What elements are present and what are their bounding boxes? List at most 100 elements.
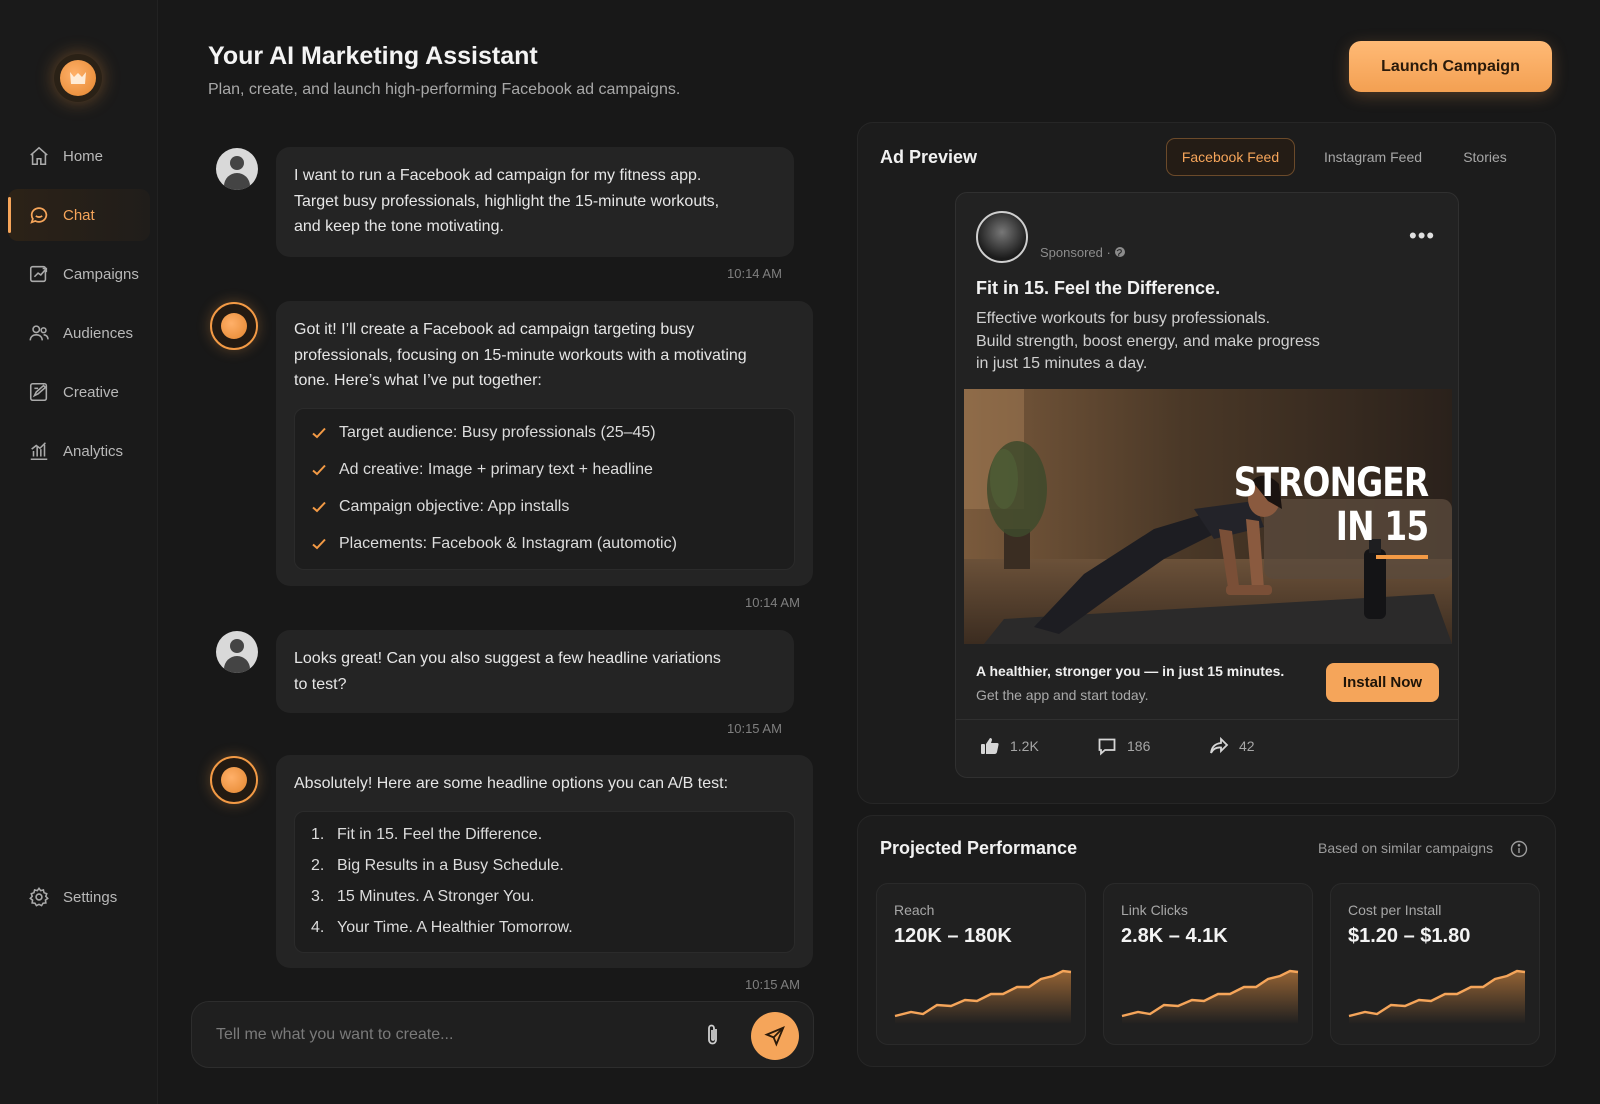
ad-preview-title: Ad Preview bbox=[880, 147, 978, 167]
paperclip-icon[interactable] bbox=[702, 1023, 724, 1047]
send-button[interactable] bbox=[751, 1012, 799, 1060]
chat-input[interactable] bbox=[216, 1022, 676, 1048]
robot-icon bbox=[70, 72, 86, 84]
page-title: Your AI Marketing Assistant bbox=[208, 42, 538, 70]
plan-checklist: Target audience: Busy professionals (25–… bbox=[294, 407, 795, 570]
chat-composer bbox=[191, 1001, 814, 1068]
message-line: Looks great! Can you also suggest a few … bbox=[294, 650, 721, 667]
checklist-item: Placements: Facebook & Instagram (automo… bbox=[311, 526, 778, 563]
sidebar-item-label: Home bbox=[63, 147, 104, 165]
metric-card-cost-per-install: Cost per Install $1.20 – $1.80 bbox=[1330, 883, 1540, 1045]
creative-icon bbox=[29, 382, 48, 402]
assistant-message: Got it! I’ll create a Facebook ad campai… bbox=[276, 301, 813, 586]
metric-label: Cost per Install bbox=[1348, 902, 1442, 918]
headline-option: 3. 15 Minutes. A Stronger You. bbox=[311, 888, 535, 906]
message-timestamp: 10:14 AM bbox=[727, 266, 782, 281]
install-now-button[interactable]: Install Now bbox=[1326, 663, 1439, 702]
checklist-item: Target audience: Busy professionals (25–… bbox=[311, 415, 778, 452]
performance-title: Projected Performance bbox=[880, 838, 1078, 858]
sidebar-item-label: Chat bbox=[63, 206, 95, 224]
sparkline-chart bbox=[1348, 969, 1526, 1024]
message-timestamp: 10:15 AM bbox=[727, 721, 782, 736]
sidebar-item-label: Campaigns bbox=[63, 265, 139, 283]
metric-label: Link Clicks bbox=[1121, 902, 1188, 918]
divider bbox=[956, 719, 1458, 720]
sparkline-chart bbox=[1121, 969, 1299, 1024]
info-icon[interactable] bbox=[1510, 840, 1528, 858]
headline-option: 1. Fit in 15. Feel the Difference. bbox=[311, 826, 543, 844]
sidebar-item-campaigns[interactable]: Campaigns bbox=[8, 248, 150, 300]
performance-note: Based on similar campaigns bbox=[1318, 840, 1494, 856]
like-button[interactable]: 1.2K bbox=[980, 736, 1039, 756]
checklist-item: Ad creative: Image + primary text + head… bbox=[311, 452, 778, 489]
gear-icon bbox=[29, 886, 49, 907]
sparkline-chart bbox=[894, 969, 1072, 1024]
message-line: Got it! I’ll create a Facebook ad campai… bbox=[294, 321, 695, 338]
share-icon bbox=[1210, 736, 1229, 754]
sidebar-item-home[interactable]: Home bbox=[8, 130, 150, 182]
advertiser-avatar bbox=[976, 211, 1028, 263]
globe-icon bbox=[1115, 247, 1126, 257]
sidebar-item-audiences[interactable]: Audiences bbox=[8, 307, 150, 359]
home-icon bbox=[30, 146, 48, 166]
tab-stories[interactable]: Stories bbox=[1448, 138, 1522, 176]
sidebar-item-chat[interactable]: Chat bbox=[8, 189, 150, 241]
message-line: Target busy professionals, highlight the… bbox=[294, 192, 720, 210]
user-message: Looks great! Can you also suggest a few … bbox=[276, 630, 794, 713]
message-timestamp: 10:14 AM bbox=[745, 595, 800, 610]
campaigns-icon bbox=[29, 265, 48, 283]
sidebar-item-analytics[interactable]: Analytics bbox=[8, 425, 150, 477]
ad-cta-description: Get the app and start today. bbox=[976, 687, 1149, 703]
checklist-item: Campaign objective: App installs bbox=[311, 489, 778, 526]
logo-mark bbox=[60, 60, 96, 96]
message-line: tone. Here’s what I’ve put together: bbox=[294, 372, 542, 389]
assistant-avatar bbox=[210, 756, 258, 804]
launch-campaign-button[interactable]: Launch Campaign bbox=[1349, 41, 1552, 92]
share-button[interactable]: 42 bbox=[1209, 736, 1255, 756]
message-line: professionals, focusing on 15-minute wor… bbox=[294, 346, 747, 364]
sidebar-settings: Settings bbox=[8, 871, 150, 930]
user-message: I want to run a Facebook ad campaign for… bbox=[276, 147, 794, 257]
ad-cta-headline: A healthier, stronger you — in just 15 m… bbox=[976, 663, 1285, 679]
headline-option: 4. Your Time. A Healthier Tomorrow. bbox=[311, 919, 573, 937]
thumbs-up-icon bbox=[981, 738, 999, 754]
headline-option: 2. Big Results in a Busy Schedule. bbox=[311, 857, 564, 875]
user-avatar bbox=[216, 148, 258, 190]
metric-card-link-clicks: Link Clicks 2.8K – 4.1K bbox=[1103, 883, 1313, 1045]
sidebar-nav: Home Chat Campaigns Audiences Creative A… bbox=[8, 130, 150, 484]
sidebar: Home Chat Campaigns Audiences Creative A… bbox=[0, 0, 158, 1104]
headline-options: 1. Fit in 15. Feel the Difference. 2. Big … bbox=[294, 810, 795, 953]
ad-primary-text: Effective workouts for busy professional… bbox=[976, 310, 1320, 372]
tab-facebook-feed[interactable]: Facebook Feed bbox=[1166, 138, 1295, 176]
facebook-ad-card: Sponsored · ••• Fit in 15. Feel the Diff… bbox=[955, 192, 1459, 778]
message-line: Absolutely! Here are some headline optio… bbox=[294, 775, 729, 792]
metric-label: Reach bbox=[894, 902, 935, 918]
message-timestamp: 10:15 AM bbox=[745, 977, 800, 992]
user-avatar bbox=[216, 631, 258, 673]
sponsored-label: Sponsored · bbox=[1040, 245, 1126, 260]
message-line: to test? bbox=[294, 675, 347, 693]
check-icon bbox=[312, 427, 326, 439]
message-line: and keep the tone motivating. bbox=[294, 218, 504, 235]
app-window: Home Chat Campaigns Audiences Creative A… bbox=[0, 0, 1600, 1104]
ad-image-caption: STRONGER IN 15 bbox=[1233, 460, 1428, 550]
metric-value: 2.8K – 4.1K bbox=[1121, 925, 1228, 947]
app-logo[interactable] bbox=[54, 54, 102, 102]
page-subtitle: Plan, create, and launch high-performing… bbox=[208, 81, 681, 98]
more-options-icon[interactable]: ••• bbox=[1409, 223, 1435, 249]
assistant-message: Absolutely! Here are some headline optio… bbox=[276, 755, 813, 968]
ad-creative-image: STRONGER IN 15 bbox=[964, 389, 1452, 644]
comment-button[interactable]: 186 bbox=[1097, 736, 1150, 756]
comment-icon bbox=[1098, 738, 1116, 756]
sidebar-item-creative[interactable]: Creative bbox=[8, 366, 150, 418]
sidebar-item-label: Settings bbox=[63, 888, 118, 906]
metric-value: 120K – 180K bbox=[894, 925, 1012, 947]
ad-headline: Fit in 15. Feel the Difference. bbox=[976, 278, 1221, 298]
message-line: I want to run a Facebook ad campaign for… bbox=[294, 167, 702, 184]
sidebar-item-label: Analytics bbox=[63, 442, 124, 460]
check-icon bbox=[312, 501, 326, 513]
chat-icon bbox=[30, 207, 48, 224]
sidebar-item-settings[interactable]: Settings bbox=[8, 871, 150, 923]
tab-instagram-feed[interactable]: Instagram Feed bbox=[1310, 138, 1436, 176]
assistant-avatar bbox=[210, 302, 258, 350]
